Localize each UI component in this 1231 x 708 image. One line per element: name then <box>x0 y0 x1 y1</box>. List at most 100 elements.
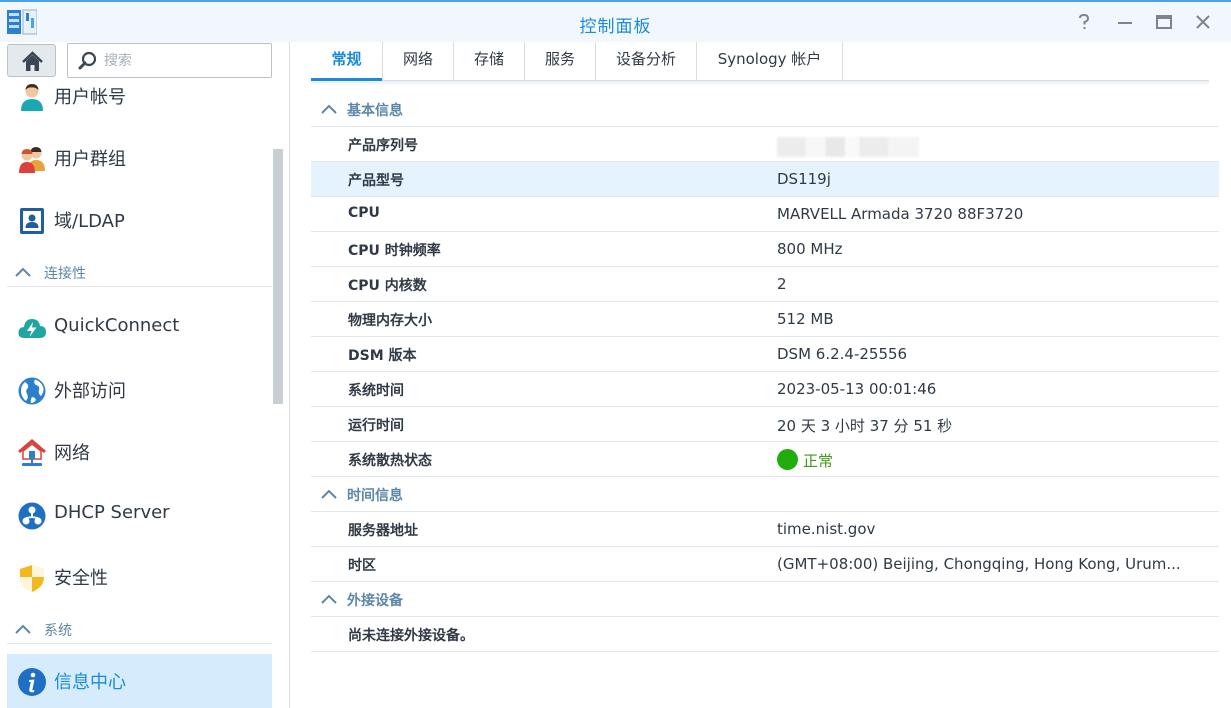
table-row-model: 产品型号 DS119j <box>311 162 1219 197</box>
row-key: 尚未连接外接设备。 <box>348 628 474 644</box>
sidebar-item-info-center[interactable]: 信息中心 <box>7 654 272 708</box>
row-key: CPU 时钟频率 <box>348 243 441 259</box>
search-icon <box>78 51 97 70</box>
chevron-up-icon <box>321 489 337 499</box>
tab-general[interactable]: 常规 <box>311 42 383 81</box>
table-row-system-time: 系统时间 2023-05-13 00:01:46 <box>311 372 1219 407</box>
chevron-up-icon <box>15 267 31 277</box>
quickconnect-icon <box>18 319 46 338</box>
redacted-serial-value <box>777 137 919 157</box>
user-icon <box>21 84 43 111</box>
sidebar-item-label: 域/LDAP <box>54 211 125 232</box>
table-row-cpu-clock: CPU 时钟频率 800 MHz <box>311 232 1219 267</box>
sidebar-item-network[interactable]: 网络 <box>7 425 272 479</box>
row-value: time.nist.gov <box>777 520 876 538</box>
sidebar-item-label: 信息中心 <box>54 672 126 693</box>
section-label: 时间信息 <box>347 488 403 504</box>
status-ok-icon <box>777 449 798 470</box>
section-external-devices[interactable]: 外接设备 <box>311 582 1219 617</box>
table-row-cpu-cores: CPU 内核数 2 <box>311 267 1219 302</box>
tab-bar-shadow <box>311 81 1209 86</box>
row-value: DSM 6.2.4-25556 <box>777 345 908 363</box>
row-key: 物理内存大小 <box>348 313 432 329</box>
row-value: (GMT+08:00) Beijing, Chongqing, Hong Kon… <box>777 555 1181 573</box>
sidebar-item-label: DHCP Server <box>54 502 170 523</box>
table-row-ntp-server: 服务器地址 time.nist.gov <box>311 512 1219 547</box>
row-value: MARVELL Armada 3720 88F3720 <box>777 205 1024 223</box>
table-row-memory: 物理内存大小 512 MB <box>311 302 1219 337</box>
sidebar-item-label: 用户帐号 <box>54 87 126 108</box>
sidebar: 用户帐号 用户群组 域/LDAP 连接性 QuickConnect <box>0 42 290 708</box>
section-label: 连接性 <box>44 266 86 282</box>
user-group-icon <box>19 147 45 173</box>
minimize-icon[interactable] <box>1115 12 1135 32</box>
row-key: 系统散热状态 <box>348 453 432 469</box>
row-key: 运行时间 <box>348 418 404 434</box>
sidebar-item-external-access[interactable]: 外部访问 <box>7 363 272 417</box>
table-row-cpu: CPU MARVELL Armada 3720 88F3720 <box>311 197 1219 232</box>
row-value: 2023-05-13 00:01:46 <box>777 380 937 398</box>
status-badge: 正常 <box>803 452 834 470</box>
info-icon <box>18 668 46 696</box>
row-value: 512 MB <box>777 310 834 328</box>
sidebar-item-label: QuickConnect <box>54 315 180 336</box>
chevron-up-icon <box>321 594 337 604</box>
section-system[interactable]: 系统 <box>7 618 272 644</box>
row-key: 时区 <box>348 558 376 574</box>
chevron-up-icon <box>15 624 31 634</box>
sidebar-item-security[interactable]: 安全性 <box>7 550 272 604</box>
sidebar-scrollbar[interactable] <box>273 149 283 404</box>
tab-bar: 常规 网络 存储 服务 设备分析 Synology 帐户 <box>311 42 1209 81</box>
row-key: CPU <box>348 205 380 221</box>
main-scrollbar-track[interactable] <box>1219 86 1231 708</box>
section-label: 外接设备 <box>347 593 403 609</box>
maximize-icon[interactable] <box>1154 12 1174 32</box>
sidebar-item-domain-ldap[interactable]: 域/LDAP <box>7 193 272 247</box>
domain-ldap-icon <box>20 208 44 234</box>
tab-synology-account[interactable]: Synology 帐户 <box>697 42 843 80</box>
main-panel: 常规 网络 存储 服务 设备分析 Synology 帐户 基本信息 产品序列号 … <box>291 42 1231 708</box>
tab-storage[interactable]: 存储 <box>454 42 525 80</box>
info-grid: 基本信息 产品序列号 产品型号 DS119j CPU MARVELL Armad… <box>311 92 1219 652</box>
sidebar-item-label: 用户群组 <box>54 149 126 170</box>
globe-icon <box>18 377 46 405</box>
row-value: 800 MHz <box>777 240 843 258</box>
section-connectivity[interactable]: 连接性 <box>7 261 272 287</box>
row-key: CPU 内核数 <box>348 278 427 294</box>
sidebar-item-label: 网络 <box>54 443 90 464</box>
sidebar-item-user-group[interactable]: 用户群组 <box>7 131 272 185</box>
network-house-icon <box>18 439 46 466</box>
table-row-serial: 产品序列号 <box>311 127 1219 162</box>
row-key: 服务器地址 <box>348 523 418 539</box>
tab-network[interactable]: 网络 <box>383 42 454 80</box>
row-value: 2 <box>777 275 787 293</box>
window-title: 控制面板 <box>579 17 652 37</box>
row-key: 产品型号 <box>348 173 404 189</box>
section-time-info[interactable]: 时间信息 <box>311 477 1219 512</box>
table-row-no-external-device: 尚未连接外接设备。 <box>311 617 1219 652</box>
row-key: 系统时间 <box>348 383 404 399</box>
sidebar-item-dhcp-server[interactable]: DHCP Server <box>7 488 272 542</box>
help-icon[interactable] <box>1074 12 1094 32</box>
section-basic-info[interactable]: 基本信息 <box>311 92 1219 127</box>
table-row-timezone: 时区 (GMT+08:00) Beijing, Chongqing, Hong … <box>311 547 1219 582</box>
row-value: 20 天 3 小时 37 分 51 秒 <box>777 417 953 435</box>
sidebar-item-quickconnect[interactable]: QuickConnect <box>7 301 272 355</box>
title-bar: 控制面板 <box>0 0 1231 42</box>
row-value: DS119j <box>777 170 831 188</box>
dhcp-icon <box>18 502 46 530</box>
sidebar-item-label: 安全性 <box>54 568 108 589</box>
table-row-dsm-version: DSM 版本 DSM 6.2.4-25556 <box>311 337 1219 372</box>
sidebar-item-user-account[interactable]: 用户帐号 <box>7 71 272 125</box>
section-label: 基本信息 <box>347 103 403 119</box>
row-key: DSM 版本 <box>348 348 417 364</box>
section-label: 系统 <box>44 623 72 639</box>
table-row-uptime: 运行时间 20 天 3 小时 37 分 51 秒 <box>311 407 1219 442</box>
shield-icon <box>20 565 44 592</box>
close-icon[interactable] <box>1193 12 1213 32</box>
sidebar-item-label: 外部访问 <box>54 381 126 402</box>
chevron-up-icon <box>321 104 337 114</box>
search-input[interactable] <box>104 50 264 72</box>
tab-device-analytics[interactable]: 设备分析 <box>596 42 697 80</box>
tab-services[interactable]: 服务 <box>525 42 596 80</box>
